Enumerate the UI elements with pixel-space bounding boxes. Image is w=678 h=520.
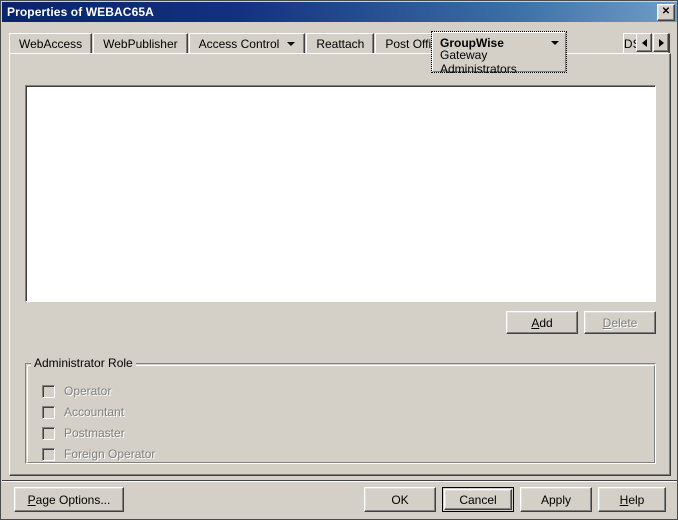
checkbox-accountant: [42, 405, 55, 419]
checkbox-row-postmaster: Postmaster: [42, 426, 125, 440]
tab-strip: WebAccess WebPublisher Access Control Re…: [9, 32, 671, 54]
apply-button-label: Apply: [540, 492, 572, 507]
checkbox-operator-label: Operator: [64, 384, 112, 398]
checkbox-foreign-operator: [42, 447, 55, 461]
arrow-right-icon: [658, 38, 664, 47]
title-bar[interactable]: Properties of WEBAC65A ✕: [2, 2, 677, 22]
delete-button: Delete: [584, 311, 656, 334]
menu-item-gateway-administrators[interactable]: Gateway Administrators: [432, 48, 566, 76]
close-button[interactable]: ✕: [657, 3, 675, 21]
window-title: Properties of WEBAC65A: [7, 5, 154, 19]
tab-reattach[interactable]: Reattach: [306, 33, 375, 54]
ok-button[interactable]: OK: [364, 487, 436, 512]
checkbox-row-operator: Operator: [42, 384, 111, 398]
tab-label: Reattach: [316, 37, 365, 51]
ok-button-label: OK: [391, 492, 409, 507]
cancel-button-label: Cancel: [459, 492, 497, 507]
checkbox-foreign-operator-label: Foreign Operator: [64, 447, 156, 461]
help-button-label: Help: [619, 492, 645, 507]
tab-access-control[interactable]: Access Control: [188, 33, 306, 54]
tab-label: WebPublisher: [103, 37, 178, 51]
chevron-down-icon: [551, 41, 559, 45]
cancel-button[interactable]: Cancel: [442, 487, 514, 512]
tab-scroll-buttons: [635, 33, 669, 52]
close-icon: ✕: [661, 6, 671, 17]
tab-webaccess[interactable]: WebAccess: [9, 33, 93, 54]
checkbox-row-accountant: Accountant: [42, 405, 124, 419]
tab-scroll-right-button[interactable]: [653, 33, 669, 52]
gateway-administrators-list[interactable]: [25, 85, 656, 302]
apply-button[interactable]: Apply: [520, 487, 592, 512]
add-button-label: Add: [531, 315, 553, 330]
menu-item-label: Gateway Administrators: [440, 48, 517, 76]
add-button[interactable]: Add: [506, 311, 578, 334]
page-options-button[interactable]: Page Options...: [14, 487, 124, 512]
checkbox-row-foreign-operator: Foreign Operator: [42, 447, 155, 461]
footer-separator: [2, 480, 677, 482]
tab-webpublisher[interactable]: WebPublisher: [93, 33, 188, 54]
delete-button-label: Delete: [602, 315, 638, 330]
tab-label: WebAccess: [19, 37, 83, 51]
chevron-down-icon: [287, 42, 296, 46]
tab-scroll-left-button[interactable]: [636, 33, 652, 52]
tab-label: Access Control: [198, 37, 280, 51]
cancel-button-inner: Cancel: [444, 489, 512, 510]
page-options-button-label: Page Options...: [27, 492, 111, 507]
checkbox-postmaster: [42, 426, 55, 440]
title-bar-buttons: ✕: [657, 3, 675, 21]
checkbox-postmaster-label: Postmaster: [64, 426, 125, 440]
properties-dialog: Properties of WEBAC65A ✕ WebAccess WebPu…: [0, 0, 678, 520]
help-button[interactable]: Help: [598, 487, 666, 512]
administrator-role-legend: Administrator Role: [31, 356, 136, 370]
checkbox-operator: [42, 384, 55, 398]
tab-groupwise-container: GroupWise Gateway Administrators: [431, 31, 567, 76]
checkbox-accountant-label: Accountant: [64, 405, 125, 419]
arrow-left-icon: [641, 38, 647, 47]
